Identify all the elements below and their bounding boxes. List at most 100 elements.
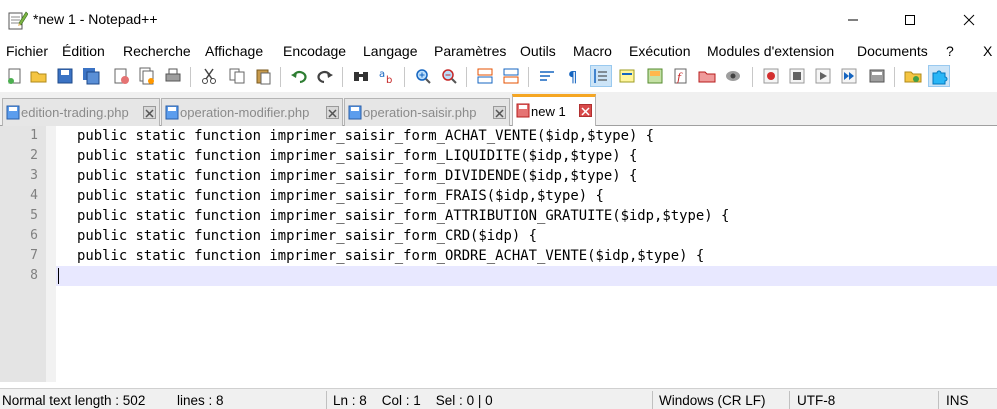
menu-edition[interactable]: Édition xyxy=(62,43,105,59)
maximize-button[interactable] xyxy=(887,0,933,40)
menu-help[interactable]: ? xyxy=(946,43,954,59)
status-encoding[interactable]: UTF-8 xyxy=(797,393,835,408)
open-file-button[interactable] xyxy=(28,65,50,87)
sync-horizontal-button[interactable] xyxy=(500,65,522,87)
run-macro-multiple-button[interactable] xyxy=(838,65,860,87)
binoculars-icon xyxy=(354,72,368,81)
menu-macro[interactable]: Macro xyxy=(573,43,612,59)
line-number: 6 xyxy=(30,228,38,243)
save-all-button[interactable] xyxy=(80,65,102,87)
notepad-app-icon[interactable] xyxy=(6,9,28,31)
tab-edition-trading[interactable]: edition-trading.php xyxy=(2,98,160,126)
status-divider xyxy=(938,391,939,409)
doc-map-button[interactable] xyxy=(644,65,666,87)
define-language-button[interactable] xyxy=(616,65,638,87)
play-macro-button[interactable] xyxy=(812,65,834,87)
status-divider xyxy=(326,391,327,409)
plugin-folder-button[interactable] xyxy=(902,65,924,87)
zoom-out-icon xyxy=(442,69,457,84)
zoom-in-button[interactable] xyxy=(412,65,434,87)
copy-button[interactable] xyxy=(226,65,248,87)
php-file-icon xyxy=(348,105,362,120)
menu-fichier[interactable]: Fichier xyxy=(6,43,48,59)
menu-execution[interactable]: Exécution xyxy=(629,43,690,59)
menu-recherche[interactable]: Recherche xyxy=(123,43,191,59)
close-icon xyxy=(963,14,975,26)
line-number: 1 xyxy=(30,128,38,143)
menu-outils[interactable]: Outils xyxy=(520,43,556,59)
code-line[interactable]: public static function imprimer_saisir_f… xyxy=(77,206,729,226)
close-window-button[interactable] xyxy=(946,0,992,40)
menu-parametres[interactable]: Paramètres xyxy=(434,43,506,59)
record-macro-button[interactable] xyxy=(760,65,782,87)
show-all-chars-button[interactable]: ¶ xyxy=(562,65,584,87)
plugin-manager-button[interactable] xyxy=(928,65,950,87)
play-icon xyxy=(815,68,831,84)
find-button[interactable] xyxy=(350,65,372,87)
code-line[interactable]: public static function imprimer_saisir_f… xyxy=(77,166,637,186)
tab-close-button[interactable] xyxy=(326,106,339,119)
cut-button[interactable] xyxy=(198,65,220,87)
tab-label: operation-modifier.php xyxy=(180,105,310,120)
code-line[interactable]: public static function imprimer_saisir_f… xyxy=(77,186,604,206)
copy-icon xyxy=(229,68,245,84)
tab-close-button[interactable] xyxy=(493,106,506,119)
tab-close-button[interactable] xyxy=(143,106,156,119)
close-all-button[interactable] xyxy=(136,65,158,87)
folder-workspace-button[interactable] xyxy=(696,65,718,87)
status-cursor-position[interactable]: Ln : 8 Col : 1 Sel : 0 | 0 xyxy=(333,393,493,408)
zoom-out-button[interactable] xyxy=(438,65,460,87)
maximize-icon xyxy=(905,15,915,25)
code-line[interactable]: public static function imprimer_saisir_f… xyxy=(77,126,654,146)
redo-button[interactable] xyxy=(314,65,336,87)
status-line-count: lines : 8 xyxy=(177,393,224,408)
fold-margin[interactable] xyxy=(46,126,56,382)
sync-horizontal-icon xyxy=(503,68,519,84)
line-number: 4 xyxy=(30,188,38,203)
menu-modules[interactable]: Modules d'extension xyxy=(707,43,834,59)
code-line[interactable]: public static function imprimer_saisir_f… xyxy=(77,146,637,166)
paste-button[interactable] xyxy=(252,65,274,87)
function-list-button[interactable]: f xyxy=(670,65,692,87)
print-button[interactable] xyxy=(162,65,184,87)
scissors-icon xyxy=(202,68,216,84)
word-wrap-icon xyxy=(540,71,554,81)
save-button[interactable] xyxy=(54,65,76,87)
line-number-margin: 1 2 3 4 5 6 7 8 xyxy=(0,126,46,382)
minimize-button[interactable] xyxy=(830,0,876,40)
save-macro-icon xyxy=(869,69,885,83)
tab-operation-modifier[interactable]: operation-modifier.php xyxy=(161,98,343,126)
tab-close-button[interactable] xyxy=(579,104,592,117)
monitoring-button[interactable] xyxy=(722,65,744,87)
save-macro-button[interactable] xyxy=(866,65,888,87)
php-file-icon xyxy=(6,105,20,120)
text-caret xyxy=(58,268,59,284)
undo-button[interactable] xyxy=(288,65,310,87)
indent-guide-button[interactable] xyxy=(590,65,612,87)
toolbar-separator xyxy=(528,67,529,87)
close-file-button[interactable] xyxy=(110,65,132,87)
tab-new-1[interactable]: new 1 xyxy=(512,94,596,126)
menu-documents[interactable]: Documents xyxy=(857,43,928,59)
toolbar-separator xyxy=(280,67,281,87)
stop-macro-button[interactable] xyxy=(786,65,808,87)
tab-label: new 1 xyxy=(531,104,566,119)
menu-langage[interactable]: Langage xyxy=(363,43,418,59)
tab-operation-saisir[interactable]: operation-saisir.php xyxy=(344,98,510,126)
sync-vertical-button[interactable] xyxy=(474,65,496,87)
close-icon xyxy=(145,109,154,118)
close-document-x[interactable]: X xyxy=(983,43,992,59)
status-insert-mode[interactable]: INS xyxy=(946,393,969,408)
word-wrap-button[interactable] xyxy=(536,65,558,87)
save-all-icon xyxy=(83,68,100,85)
text-editor[interactable]: 1 2 3 4 5 6 7 8 public static function i… xyxy=(0,126,997,382)
menu-affichage[interactable]: Affichage xyxy=(205,43,263,59)
code-line[interactable]: public static function imprimer_saisir_f… xyxy=(77,226,537,246)
replace-button[interactable]: ab xyxy=(376,65,398,87)
close-icon xyxy=(328,109,337,118)
toolbar-separator xyxy=(466,67,467,87)
code-line[interactable]: public static function imprimer_saisir_f… xyxy=(77,246,704,266)
menu-encodage[interactable]: Encodage xyxy=(283,43,346,59)
new-file-button[interactable] xyxy=(4,65,26,87)
status-eol-format[interactable]: Windows (CR LF) xyxy=(659,393,766,408)
